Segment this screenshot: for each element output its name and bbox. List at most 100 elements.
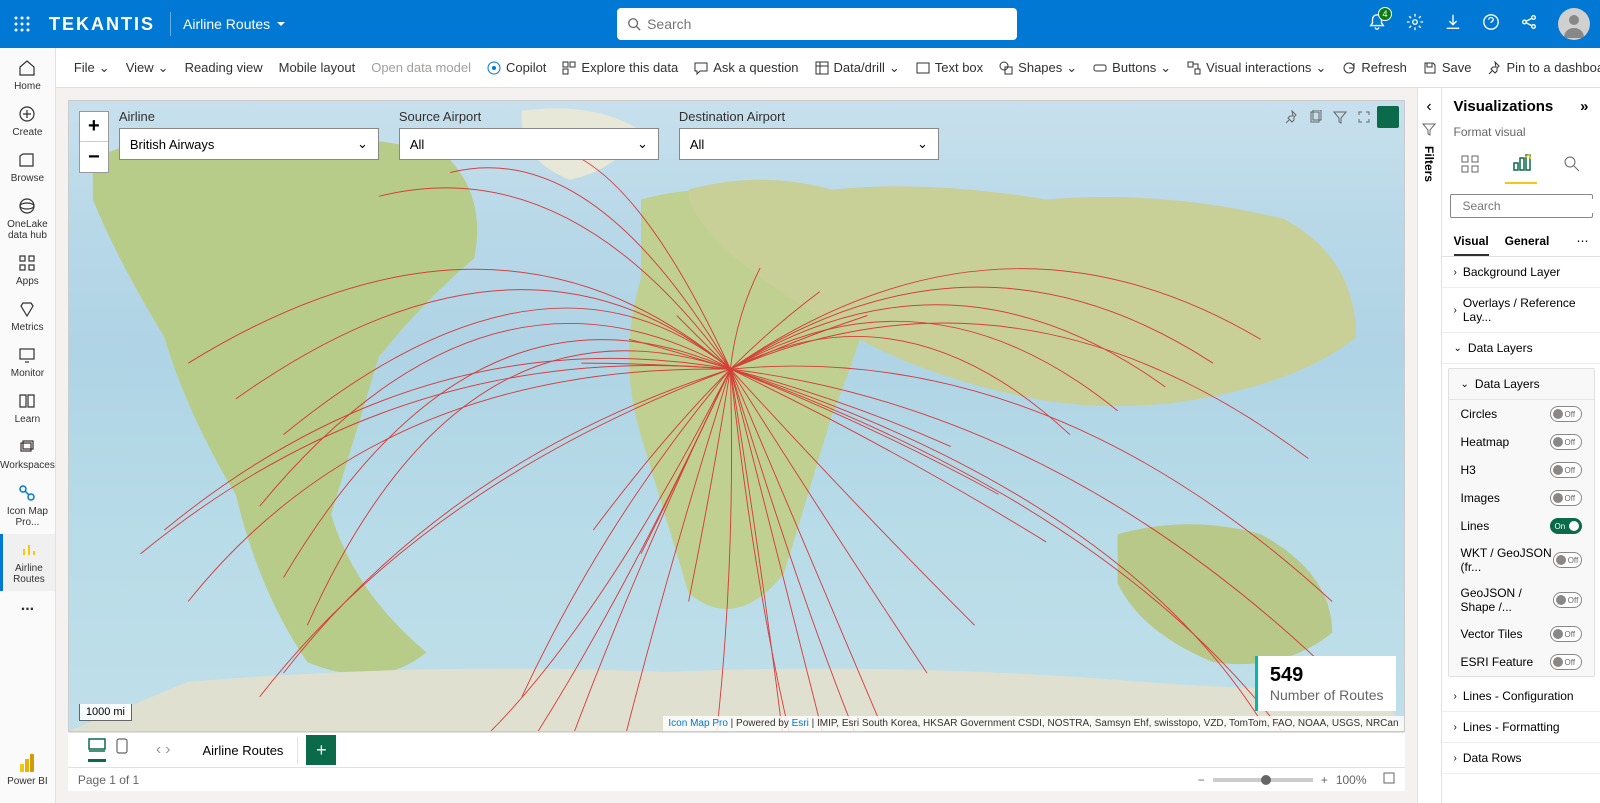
nav-metrics[interactable]: Metrics (0, 293, 55, 339)
pin-visual-icon[interactable] (1281, 106, 1303, 128)
page-tabs: ‹ › Airline Routes + (68, 732, 1405, 767)
menu-file[interactable]: File⌄ (66, 56, 118, 80)
nav-iconmap[interactable]: Icon Map Pro... (0, 477, 55, 534)
menu-shapes[interactable]: Shapes⌄ (991, 56, 1085, 80)
menu-ask[interactable]: Ask a question (686, 56, 806, 79)
nav-monitor[interactable]: Monitor (0, 339, 55, 385)
viz-pane-collapse[interactable]: » (1580, 98, 1588, 115)
format-visual-tab[interactable] (1505, 147, 1537, 184)
toggle-vector[interactable]: Off (1550, 626, 1582, 642)
app-launcher-icon[interactable] (10, 12, 34, 36)
section-lines-format[interactable]: ›Lines - Formatting (1442, 712, 1600, 743)
source-filter-label: Source Airport (399, 109, 659, 124)
section-background-layer[interactable]: ›Background Layer (1442, 257, 1600, 288)
menu-save[interactable]: Save (1415, 56, 1480, 79)
left-nav: Home Create Browse OneLake data hub Apps… (0, 48, 56, 803)
help-icon[interactable] (1482, 13, 1500, 36)
file-name-dropdown[interactable]: Airline Routes (183, 16, 286, 32)
build-visual-tab[interactable] (1454, 148, 1486, 183)
visual-tab[interactable]: Visual (1454, 228, 1489, 256)
kpi-value: 549 (1270, 664, 1384, 687)
viz-more-icon[interactable]: ⋯ (1577, 228, 1589, 256)
zoom-out-button[interactable]: − (80, 142, 108, 172)
zoom-in-status[interactable]: + (1321, 773, 1328, 787)
opt-circles: Circles (1461, 407, 1498, 421)
viz-pane-title: Visualizations (1454, 98, 1554, 115)
fit-page-icon[interactable] (1383, 772, 1395, 787)
section-data-rows[interactable]: ›Data Rows (1442, 743, 1600, 774)
menu-buttons[interactable]: Buttons⌄ (1085, 56, 1179, 80)
filters-pane-collapsed[interactable]: ‹ Filters (1417, 88, 1442, 803)
global-search[interactable] (617, 8, 1017, 40)
menu-copilot[interactable]: Copilot (479, 56, 554, 79)
nav-more[interactable]: ... (0, 591, 55, 621)
zoom-slider[interactable] (1213, 778, 1313, 782)
toggle-h3[interactable]: Off (1550, 462, 1582, 478)
section-data-layers[interactable]: ⌄Data Layers (1442, 333, 1600, 364)
section-overlays[interactable]: ›Overlays / Reference Lay... (1442, 288, 1600, 333)
opt-esri: ESRI Feature (1461, 655, 1534, 669)
dest-filter-label: Destination Airport (679, 109, 939, 124)
toggle-images[interactable]: Off (1550, 490, 1582, 506)
focus-visual-icon[interactable] (1353, 106, 1375, 128)
desktop-view-icon[interactable] (88, 738, 106, 762)
toggle-circles[interactable]: Off (1550, 406, 1582, 422)
dest-filter[interactable]: All⌄ (679, 128, 939, 160)
map-visual[interactable]: + − Airline British Airways⌄ Source Airp… (68, 100, 1405, 732)
share-icon[interactable] (1520, 13, 1538, 36)
more-visual-icon[interactable] (1377, 106, 1399, 128)
menu-refresh[interactable]: Refresh (1334, 56, 1415, 79)
map-attribution: Icon Map Pro | Powered by Esri | IMIP, E… (663, 716, 1403, 731)
nav-onelake[interactable]: OneLake data hub (0, 190, 55, 247)
menu-vizinter[interactable]: Visual interactions⌄ (1179, 56, 1334, 80)
toggle-heatmap[interactable]: Off (1550, 434, 1582, 450)
nav-workspaces[interactable]: Workspaces (0, 431, 55, 477)
menu-pin[interactable]: Pin to a dashboard (1480, 56, 1600, 79)
status-bar: Page 1 of 1 − + 100% (68, 767, 1405, 791)
toggle-lines[interactable]: On (1550, 518, 1582, 534)
zoom-in-button[interactable]: + (80, 112, 108, 142)
nav-learn[interactable]: Learn (0, 385, 55, 431)
section-lines-config[interactable]: ›Lines - Configuration (1442, 681, 1600, 712)
viz-search[interactable] (1450, 194, 1593, 218)
nav-apps[interactable]: Apps (0, 247, 55, 293)
menu-datadrill[interactable]: Data/drill⌄ (807, 56, 908, 80)
user-avatar[interactable] (1558, 8, 1590, 40)
source-filter[interactable]: All⌄ (399, 128, 659, 160)
menu-explore[interactable]: Explore this data (554, 56, 686, 79)
notifications-icon[interactable]: 4 (1368, 13, 1386, 36)
toggle-geojson[interactable]: Off (1553, 592, 1582, 608)
nav-powerbi[interactable]: Power BI (0, 747, 55, 793)
toggle-wkt[interactable]: Off (1553, 552, 1582, 568)
filter-visual-icon[interactable] (1329, 106, 1351, 128)
prev-page[interactable]: ‹ (156, 741, 161, 759)
menu-view[interactable]: View⌄ (118, 56, 177, 80)
page-tab[interactable]: Airline Routes (189, 737, 299, 764)
general-tab[interactable]: General (1505, 228, 1550, 256)
nav-airline-routes[interactable]: Airline Routes (0, 534, 55, 591)
kpi-card: 549 Number of Routes (1255, 656, 1396, 711)
nav-browse[interactable]: Browse (0, 144, 55, 190)
toggle-esri[interactable]: Off (1550, 654, 1582, 670)
nav-home[interactable]: Home (0, 52, 55, 98)
subsection-data-layers[interactable]: ⌄Data Layers (1449, 369, 1594, 400)
add-page-button[interactable]: + (306, 735, 336, 765)
menu-reading[interactable]: Reading view (177, 56, 271, 79)
zoom-out-status[interactable]: − (1198, 773, 1205, 787)
settings-icon[interactable] (1406, 13, 1424, 36)
copy-visual-icon[interactable] (1305, 106, 1327, 128)
zoom-controls: + − (79, 111, 109, 173)
analytics-tab[interactable] (1556, 148, 1588, 183)
nav-create[interactable]: Create (0, 98, 55, 144)
airline-filter[interactable]: British Airways⌄ (119, 128, 379, 160)
menu-textbox[interactable]: Text box (908, 56, 991, 79)
mobile-view-icon[interactable] (116, 738, 128, 762)
download-icon[interactable] (1444, 13, 1462, 36)
top-bar: TEKANTIS Airline Routes 4 (0, 0, 1600, 48)
next-page[interactable]: › (165, 741, 170, 759)
opt-h3: H3 (1461, 463, 1476, 477)
menu-mobile[interactable]: Mobile layout (271, 56, 364, 79)
opt-geojson: GeoJSON / Shape /... (1461, 586, 1553, 614)
zoom-level: 100% (1336, 773, 1367, 787)
search-input[interactable] (647, 16, 1007, 32)
